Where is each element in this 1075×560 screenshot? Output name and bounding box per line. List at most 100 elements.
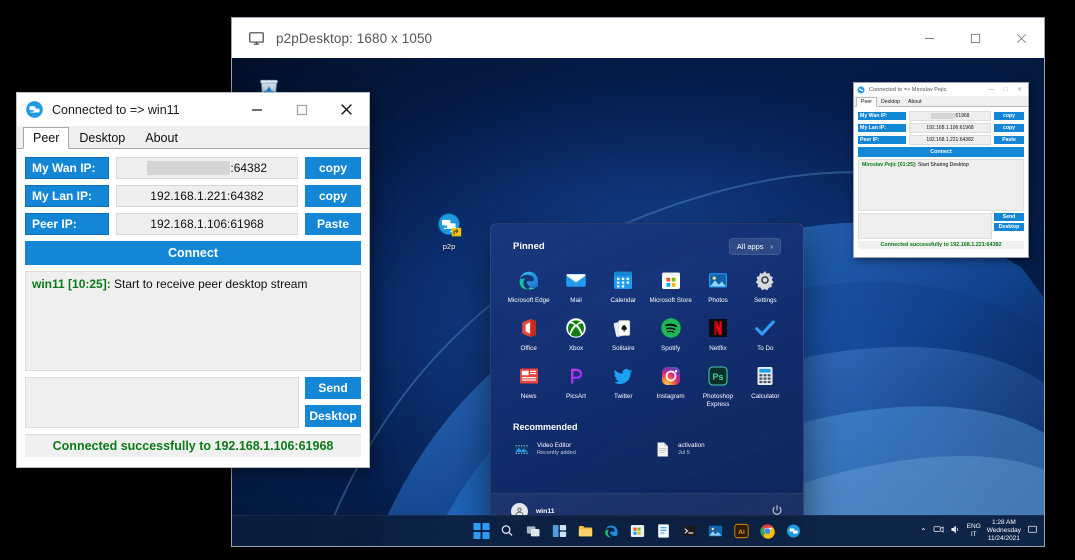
- message-input[interactable]: [25, 377, 299, 428]
- nested-copy-wan-button[interactable]: copy: [994, 112, 1024, 120]
- nested-tabs[interactable]: Peer Desktop About: [854, 96, 1028, 107]
- nested-field-my-lan-ip[interactable]: My Lan IP: 192.168.1.106:61968 copy: [858, 123, 1024, 133]
- paste-peer-ip-button[interactable]: Paste: [305, 213, 361, 235]
- nested-p2p-window[interactable]: Connected to => Miroslav Pejic — □ ✕ Pee…: [853, 82, 1029, 258]
- p2p-main-window[interactable]: Connected to => win11 Peer Desktop About…: [16, 92, 370, 468]
- system-tray[interactable]: ⌃ ENG IT 1:28 AM Wednesday 11/24/2021: [920, 516, 1038, 546]
- nested-tab-peer[interactable]: Peer: [856, 97, 877, 107]
- nested-desktop-button[interactable]: Desktop: [994, 223, 1024, 231]
- pinned-app-microsoft-edge[interactable]: Microsoft Edge: [505, 263, 552, 309]
- pinned-app-microsoft-store[interactable]: Microsoft Store: [647, 263, 694, 309]
- network-icon[interactable]: [933, 522, 944, 540]
- nested-field-peer-ip[interactable]: Peer IP: 192.168.1.221:64382 Paste: [858, 135, 1024, 145]
- remote-minimize-button[interactable]: [906, 18, 952, 58]
- message-row[interactable]: Send Desktop: [25, 377, 361, 428]
- tab-peer[interactable]: Peer: [23, 127, 69, 149]
- tray-language[interactable]: ENG IT: [967, 523, 981, 539]
- field-value-peer-ip[interactable]: 192.168.1.106:61968: [116, 213, 298, 235]
- nested-tab-desktop[interactable]: Desktop: [877, 98, 904, 106]
- field-value-my-lan-ip[interactable]: 192.168.1.221:64382: [116, 185, 298, 207]
- illustrator-icon[interactable]: Ai: [734, 523, 751, 540]
- nested-message-row[interactable]: Send Desktop: [858, 213, 1024, 239]
- copy-wan-ip-button[interactable]: copy: [305, 157, 361, 179]
- nested-action-buttons[interactable]: Send Desktop: [994, 213, 1024, 239]
- nested-copy-lan-button[interactable]: copy: [994, 124, 1024, 132]
- nested-field-value[interactable]: 192.168.1.221:64382: [909, 135, 991, 145]
- field-my-lan-ip[interactable]: My Lan IP: 192.168.1.221:64382 copy: [25, 185, 361, 207]
- pinned-app-solitaire[interactable]: Solitaire: [600, 311, 647, 357]
- nested-field-value[interactable]: 192.168.1.106:61968: [909, 123, 991, 133]
- nested-tab-about[interactable]: About: [904, 98, 926, 106]
- pinned-app-calculator[interactable]: Calculator: [742, 359, 789, 413]
- remote-window-controls[interactable]: [906, 18, 1044, 58]
- nested-titlebar[interactable]: Connected to => Miroslav Pejic — □ ✕: [854, 83, 1028, 96]
- nested-send-button[interactable]: Send: [994, 213, 1024, 221]
- nested-message-input[interactable]: [858, 213, 992, 239]
- remote-maximize-button[interactable]: [952, 18, 998, 58]
- field-peer-ip[interactable]: Peer IP: 192.168.1.106:61968 Paste: [25, 213, 361, 235]
- nested-field-value[interactable]: 1.2.3.4.5.6:61968: [909, 111, 991, 121]
- windows-logo-icon[interactable]: [474, 523, 491, 540]
- tab-about[interactable]: About: [135, 127, 188, 149]
- pinned-app-mail[interactable]: Mail: [552, 263, 599, 309]
- recommended-list[interactable]: Video Editor Recently added activation: [491, 434, 803, 465]
- p2p-close-button[interactable]: [324, 93, 369, 126]
- send-button[interactable]: Send: [305, 377, 361, 399]
- pinned-app-netflix[interactable]: Netflix: [694, 311, 741, 357]
- tray-clock[interactable]: 1:28 AM Wednesday 11/24/2021: [987, 519, 1021, 543]
- pinned-apps-grid[interactable]: Microsoft Edge Mail: [491, 259, 803, 412]
- all-apps-button[interactable]: All apps ›: [729, 238, 781, 255]
- pinned-app-photoshop-express[interactable]: Ps Photoshop Express: [694, 359, 741, 413]
- pinned-app-xbox[interactable]: Xbox: [552, 311, 599, 357]
- widgets-icon[interactable]: [552, 523, 569, 540]
- photos-icon[interactable]: [708, 523, 725, 540]
- p2p-minimize-button[interactable]: [234, 93, 279, 126]
- p2p-tabs[interactable]: Peer Desktop About: [17, 126, 369, 149]
- nested-maximize-button[interactable]: □: [999, 83, 1012, 96]
- search-icon[interactable]: [500, 523, 517, 540]
- start-menu[interactable]: Pinned All apps ›: [490, 223, 804, 530]
- pinned-app-picsart[interactable]: PicsArt: [552, 359, 599, 413]
- pinned-app-calendar[interactable]: Calendar: [600, 263, 647, 309]
- pinned-app-instagram[interactable]: Instagram: [647, 359, 694, 413]
- pinned-app-news[interactable]: News: [505, 359, 552, 413]
- nested-minimize-button[interactable]: —: [985, 83, 998, 96]
- taskbar-icons[interactable]: Ai: [474, 516, 803, 546]
- remote-window-titlebar[interactable]: p2pDesktop: 1680 x 1050: [232, 18, 1044, 58]
- pinned-app-spotify[interactable]: Spotify: [647, 311, 694, 357]
- nested-window-controls[interactable]: — □ ✕: [985, 83, 1026, 96]
- notification-icon[interactable]: [1027, 522, 1038, 540]
- p2p-maximize-button[interactable]: [279, 93, 324, 126]
- p2p-window-controls[interactable]: [234, 93, 369, 126]
- notepad-icon[interactable]: [656, 523, 673, 540]
- desktop-button[interactable]: Desktop: [305, 405, 361, 427]
- remote-close-button[interactable]: [998, 18, 1044, 58]
- recommended-item-activation[interactable]: activation Jul 5: [648, 436, 787, 463]
- action-buttons[interactable]: Send Desktop: [305, 377, 361, 427]
- pinned-app-to-do[interactable]: To Do: [742, 311, 789, 357]
- connect-button[interactable]: Connect: [25, 241, 361, 265]
- tray-chevron-icon[interactable]: ⌃: [920, 527, 927, 536]
- p2p-icon[interactable]: [786, 523, 803, 540]
- nested-paste-button[interactable]: Paste: [994, 136, 1024, 144]
- nested-field-my-wan-ip[interactable]: My Wan IP: 1.2.3.4.5.6:61968 copy: [858, 111, 1024, 121]
- copy-lan-ip-button[interactable]: copy: [305, 185, 361, 207]
- desktop-icon-p2p[interactable]: p2p: [418, 211, 480, 252]
- chrome-icon[interactable]: [760, 523, 777, 540]
- remote-taskbar[interactable]: Ai: [232, 515, 1044, 546]
- terminal-icon[interactable]: [682, 523, 699, 540]
- field-value-my-wan-ip[interactable]: 000.000.000.00:64382: [116, 157, 298, 179]
- p2p-titlebar[interactable]: Connected to => win11: [17, 93, 369, 126]
- edge-icon[interactable]: [604, 523, 621, 540]
- folder-icon[interactable]: [578, 523, 595, 540]
- store-icon[interactable]: [630, 523, 647, 540]
- field-my-wan-ip[interactable]: My Wan IP: 000.000.000.00:64382 copy: [25, 157, 361, 179]
- pinned-app-settings[interactable]: Settings: [742, 263, 789, 309]
- pinned-app-photos[interactable]: Photos: [694, 263, 741, 309]
- recommended-item-video-editor[interactable]: Video Editor Recently added: [507, 436, 646, 463]
- tab-desktop[interactable]: Desktop: [69, 127, 135, 149]
- pinned-app-office[interactable]: Office: [505, 311, 552, 357]
- task-view-icon[interactable]: [526, 523, 543, 540]
- nested-connect-button[interactable]: Connect: [858, 147, 1024, 157]
- volume-icon[interactable]: [950, 522, 961, 540]
